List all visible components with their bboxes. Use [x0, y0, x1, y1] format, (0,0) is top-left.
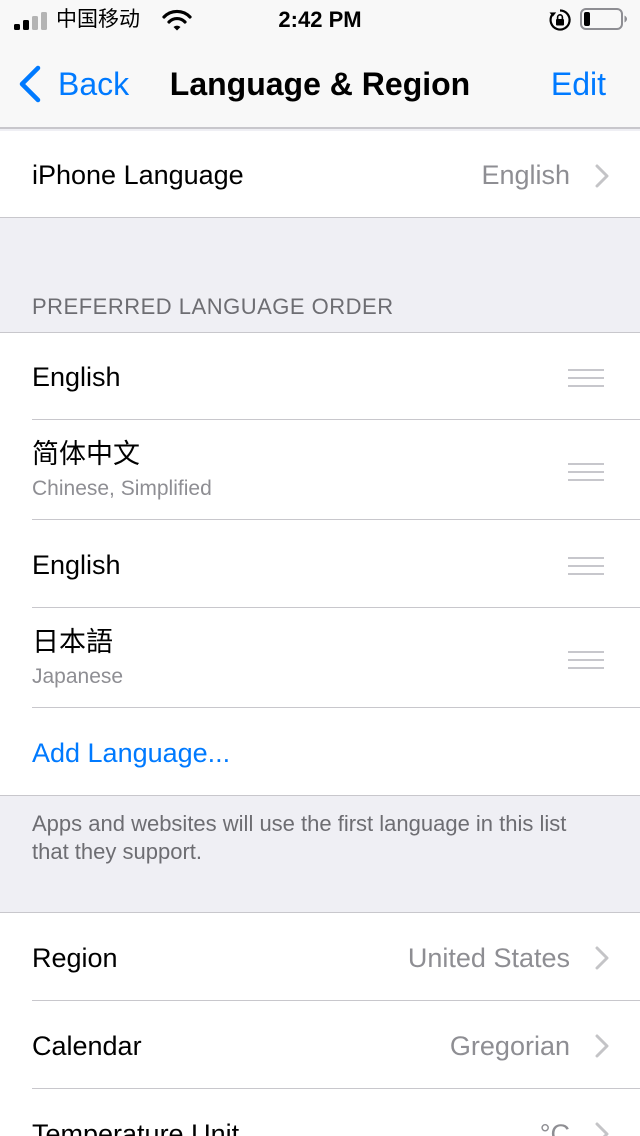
language-region-screen: 中国移动 2:42 PM Back Language & Region Edit… [0, 0, 640, 1136]
page-title: Language & Region [169, 66, 471, 102]
edit-button[interactable]: Edit [551, 64, 606, 104]
temperature-unit-value: °C [539, 1119, 570, 1136]
temperature-unit-label: Temperature Unit [32, 1119, 240, 1136]
preferred-languages-list: English 简体中文 Chinese, Simplified English… [0, 332, 640, 796]
chevron-right-icon [595, 1034, 609, 1058]
region-row[interactable]: Region United States [0, 913, 640, 1001]
language-row-english-1[interactable]: English [0, 333, 640, 420]
iphone-language-group: iPhone Language English [0, 131, 640, 218]
rotation-lock-icon [549, 9, 571, 31]
navigation-bar: Back Language & Region Edit [0, 40, 640, 129]
calendar-value: Gregorian [449, 1031, 570, 1061]
language-name: English [32, 362, 121, 392]
preferred-languages-footer: Apps and websites will use the first lan… [32, 811, 567, 864]
chevron-right-icon [595, 164, 609, 188]
language-name: 简体中文 [32, 439, 140, 469]
region-value: United States [407, 943, 570, 973]
iphone-language-row[interactable]: iPhone Language English [0, 131, 640, 217]
iphone-language-value: English [481, 160, 570, 190]
language-row-japanese[interactable]: 日本語 Japanese [0, 608, 640, 708]
reorder-handle-icon[interactable] [568, 463, 604, 483]
region-label: Region [32, 943, 118, 973]
language-name: English [32, 550, 121, 580]
language-subtitle: Japanese [32, 665, 124, 688]
language-subtitle: Chinese, Simplified [32, 477, 212, 500]
reorder-handle-icon[interactable] [568, 557, 604, 577]
status-bar: 中国移动 2:42 PM [0, 0, 640, 40]
status-time: 2:42 PM [278, 7, 362, 32]
preferred-languages-header: PREFERRED LANGUAGE ORDER [32, 294, 394, 319]
temperature-unit-row[interactable]: Temperature Unit °C [0, 1089, 640, 1136]
calendar-label: Calendar [32, 1031, 142, 1061]
region-settings-group: Region United States Calendar Gregorian … [0, 912, 640, 1136]
calendar-row[interactable]: Calendar Gregorian [0, 1001, 640, 1089]
language-name: 日本語 [32, 627, 113, 657]
chevron-right-icon [595, 1122, 609, 1136]
reorder-handle-icon[interactable] [568, 651, 604, 671]
chevron-right-icon [595, 946, 609, 970]
add-language-label: Add Language... [32, 738, 231, 768]
add-language-button[interactable]: Add Language... [0, 708, 640, 795]
iphone-language-label: iPhone Language [32, 160, 244, 190]
language-row-english-2[interactable]: English [0, 520, 640, 608]
language-row-chinese-simplified[interactable]: 简体中文 Chinese, Simplified [0, 420, 640, 520]
battery-icon [580, 8, 627, 30]
reorder-handle-icon[interactable] [568, 369, 604, 389]
